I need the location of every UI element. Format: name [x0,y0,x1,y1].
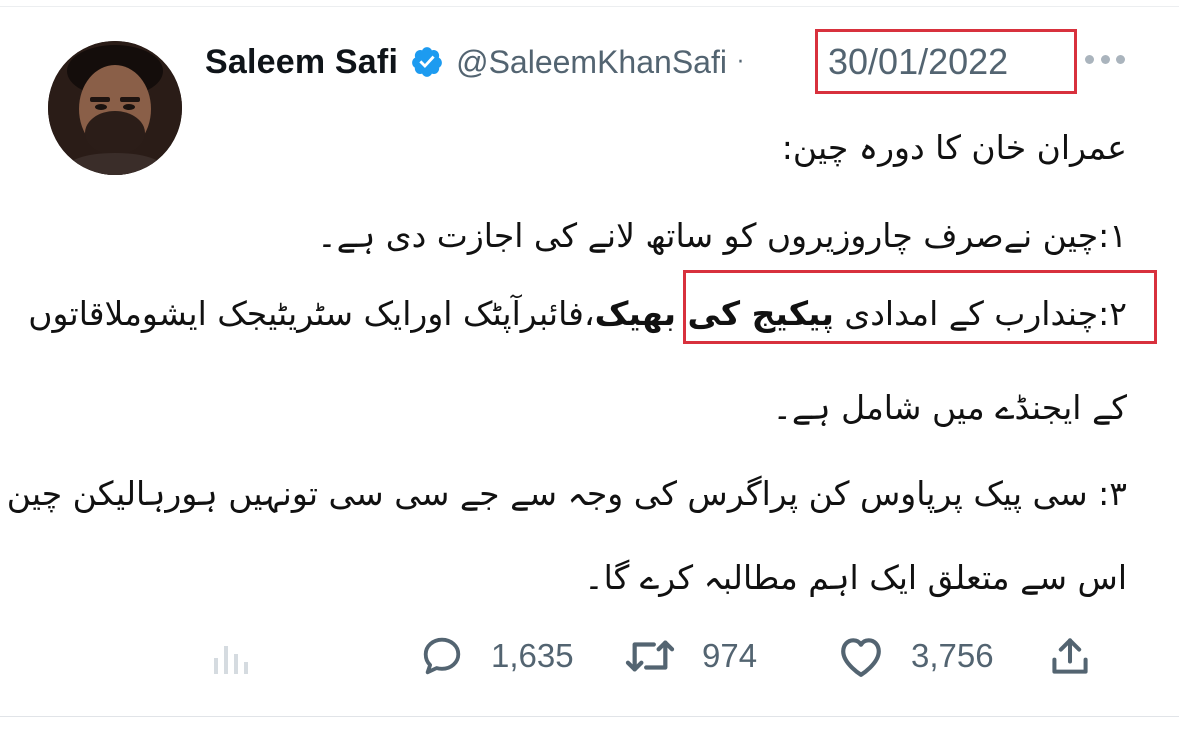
heart-icon [841,638,881,677]
top-divider [0,6,1179,7]
bottom-divider [0,716,1179,717]
date-annotation-box [815,29,1077,94]
more-dot [1085,54,1094,64]
tweet-header: Saleem Safi @SaleemKhanSafi · [205,36,744,88]
verified-badge-icon [410,45,444,79]
like-button[interactable]: 3,756 [835,620,994,692]
share-button[interactable] [1048,620,1092,692]
line3-after: ،فائبرآپٹک اورایک سٹریٹیجک ایشوملاقاتوں [28,294,595,333]
tweet-text-line-1: عمران خان کا دورہ چین: [781,128,1127,167]
more-horizontal-icon[interactable] [1085,44,1125,74]
share-icon [1052,638,1088,674]
user-handle[interactable]: @SaleemKhanSafi [456,44,727,81]
retweet-count: 974 [702,637,758,674]
reply-icon [423,637,461,675]
tweet-text-line-5: ۳: سی پیک پرپاوس کن پراگرس کی وجہ سے جے … [6,474,1127,513]
tweet-text-line-4: کے ایجنڈے میں شامل ہے۔ [772,388,1127,427]
tweet-text-line-2: ۱:چین نےصرف چاروزیروں کو ساتھ لانے کی اج… [317,216,1127,255]
reply-button[interactable]: 1,635 [417,620,574,692]
tweet-text-line-6: اس سے متعلق ایک اہم مطالبہ کرے گا۔ [584,558,1127,597]
header-separator: · [736,49,744,75]
phrase-annotation-box [683,270,1157,344]
like-count: 3,756 [911,637,994,674]
tweet-actions: 1,635 974 3,756 [0,620,1179,692]
reply-count: 1,635 [491,637,574,674]
retweet-button[interactable]: 974 [622,620,757,692]
analytics-icon[interactable] [212,620,250,692]
avatar[interactable] [48,41,182,175]
more-dot [1116,54,1125,64]
retweet-icon [625,640,675,672]
more-dot [1100,54,1110,64]
avatar-portrait [48,41,182,175]
display-name[interactable]: Saleem Safi [205,43,398,82]
